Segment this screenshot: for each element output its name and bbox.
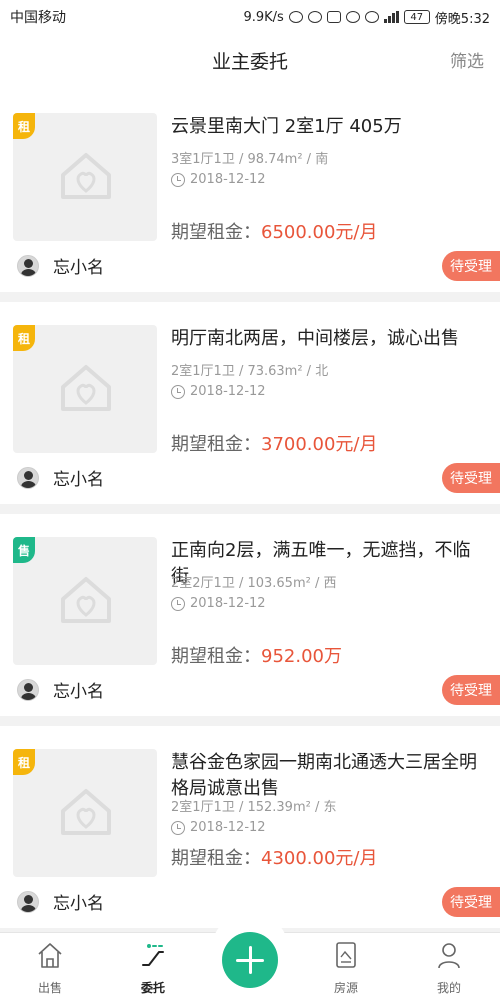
tab-entrust-label: 委托 [140,981,165,995]
owner-info: 忘小名 [17,677,104,702]
expected-rent-label: 期望租金： [171,434,261,455]
listing-date-text: 2018-12-12 [190,820,266,835]
property-card-icon [336,942,356,968]
clock-icon [171,384,185,399]
signal-icon [383,11,399,23]
listing-title: 慧谷金色家园一期南北通透大三居全明格局诚意出售 [171,752,477,799]
expected-rent-value: 4300.00元/月 [261,848,378,869]
wifi-icon [364,11,379,23]
expected-rent: 期望租金：952.00万 [171,642,342,668]
property-thumbnail [13,113,157,241]
expected-rent-value: 952.00万 [261,646,342,667]
property-thumbnail [13,749,157,877]
listing-date-text: 2018-12-12 [190,172,266,187]
expected-rent-label: 期望租金： [171,222,261,243]
expected-rent-label: 期望租金： [171,646,261,667]
filter-button[interactable]: 筛选 [450,34,484,90]
listing-type-tag: 租 [13,749,35,775]
owner-info: 忘小名 [17,465,104,490]
status-badge[interactable]: 待受理 [442,887,500,917]
expected-rent: 期望租金：4300.00元/月 [171,844,378,870]
listing-meta: 2室1厅1卫 / 152.39m² / 东 [171,800,337,815]
listing-type-tag: 售 [13,537,35,563]
owner-info: 忘小名 [17,253,104,278]
owner-info: 忘小名 [17,889,104,914]
property-thumbnail [13,325,157,453]
clock-icon [171,820,185,835]
property-thumbnail [13,537,157,665]
network-speed: 9.9K/s [243,9,284,25]
placeholder-house-icon [61,577,111,623]
status-badge[interactable]: 待受理 [442,675,500,705]
expected-rent: 期望租金：6500.00元/月 [171,218,378,244]
owner-name: 忘小名 [53,258,104,278]
listing-type-tag: 租 [13,325,35,351]
listing-title: 云景里南大门 2室1厅 405万 [171,116,402,137]
entrust-card[interactable]: 售正南向2层，满五唯一，无遮挡，不临街 2室2厅1卫 / 103.65m² / 西… [0,514,500,716]
status-bar: 中国移动 9.9K/s 47 傍晚5:32 [0,0,500,34]
tab-property-label: 房源 [333,981,358,995]
alarm-icon [307,11,322,23]
battery-icon: 47 [403,10,430,24]
home-icon [38,943,62,968]
owner-name: 忘小名 [53,682,104,702]
listing-date: 2018-12-12 [171,596,266,611]
person-icon [438,943,460,969]
eye-icon [345,11,360,23]
listing-date: 2018-12-12 [171,384,266,399]
placeholder-house-icon [61,153,111,199]
placeholder-house-icon [61,365,111,411]
listing-date-text: 2018-12-12 [190,384,266,399]
avatar [17,890,39,913]
entrust-card[interactable]: 租 明厅南北两居，中间楼层，诚心出售 2室1厅1卫 / 73.63m² / 北 201… [0,302,500,504]
listing-type-tag: 租 [13,113,35,139]
placeholder-house-icon [61,789,111,835]
status-icons: 9.9K/s 47 傍晚5:32 [243,8,490,27]
avatar [17,678,39,701]
page-title: 业主委托 [211,51,288,73]
expected-rent-value: 6500.00元/月 [261,222,378,243]
clock-time: 傍晚5:32 [434,11,490,27]
listing-date: 2018-12-12 [171,820,266,835]
listing-title: 明厅南北两居，中间楼层，诚心出售 [171,328,459,349]
carrier-name: 中国移动 [10,10,66,26]
tab-sell[interactable]: 出售 [10,933,90,1000]
headphone-icon [288,11,303,23]
entrust-card[interactable]: 租 云景里南大门 2室1厅 405万 3室1厅1卫 / 98.74m² / 南 201… [0,90,500,292]
listing-meta: 3室1厅1卫 / 98.74m² / 南 [171,152,329,167]
escalator-icon [142,944,164,966]
page-header: 业主委托 筛选 [0,34,500,90]
owner-name: 忘小名 [53,470,104,490]
avatar [17,466,39,489]
listing-date-text: 2018-12-12 [190,596,266,611]
tab-mine[interactable]: 我的 [409,933,489,1000]
tab-property[interactable]: 房源 [306,933,386,1000]
status-badge[interactable]: 待受理 [442,251,500,281]
tab-sell-label: 出售 [37,981,62,995]
tab-entrust[interactable]: 委托 [113,933,193,1000]
status-badge[interactable]: 待受理 [442,463,500,493]
listing-meta: 2室2厅1卫 / 103.65m² / 西 [171,576,337,591]
entrust-card[interactable]: 租 慧谷金色家园一期南北通透大三居全明格局诚意出售 2室1厅1卫 / 152.39m… [0,726,500,928]
add-entrust-button[interactable] [222,932,278,988]
expected-rent-value: 3700.00元/月 [261,434,378,455]
hd-icon [326,11,341,23]
listing-meta: 2室1厅1卫 / 73.63m² / 北 [171,364,329,379]
listing-date: 2018-12-12 [171,172,266,187]
avatar [17,254,39,277]
owner-name: 忘小名 [53,894,104,914]
tab-mine-label: 我的 [436,981,461,995]
clock-icon [171,172,185,187]
clock-icon [171,596,185,611]
expected-rent-label: 期望租金： [171,848,261,869]
expected-rent: 期望租金：3700.00元/月 [171,430,378,456]
